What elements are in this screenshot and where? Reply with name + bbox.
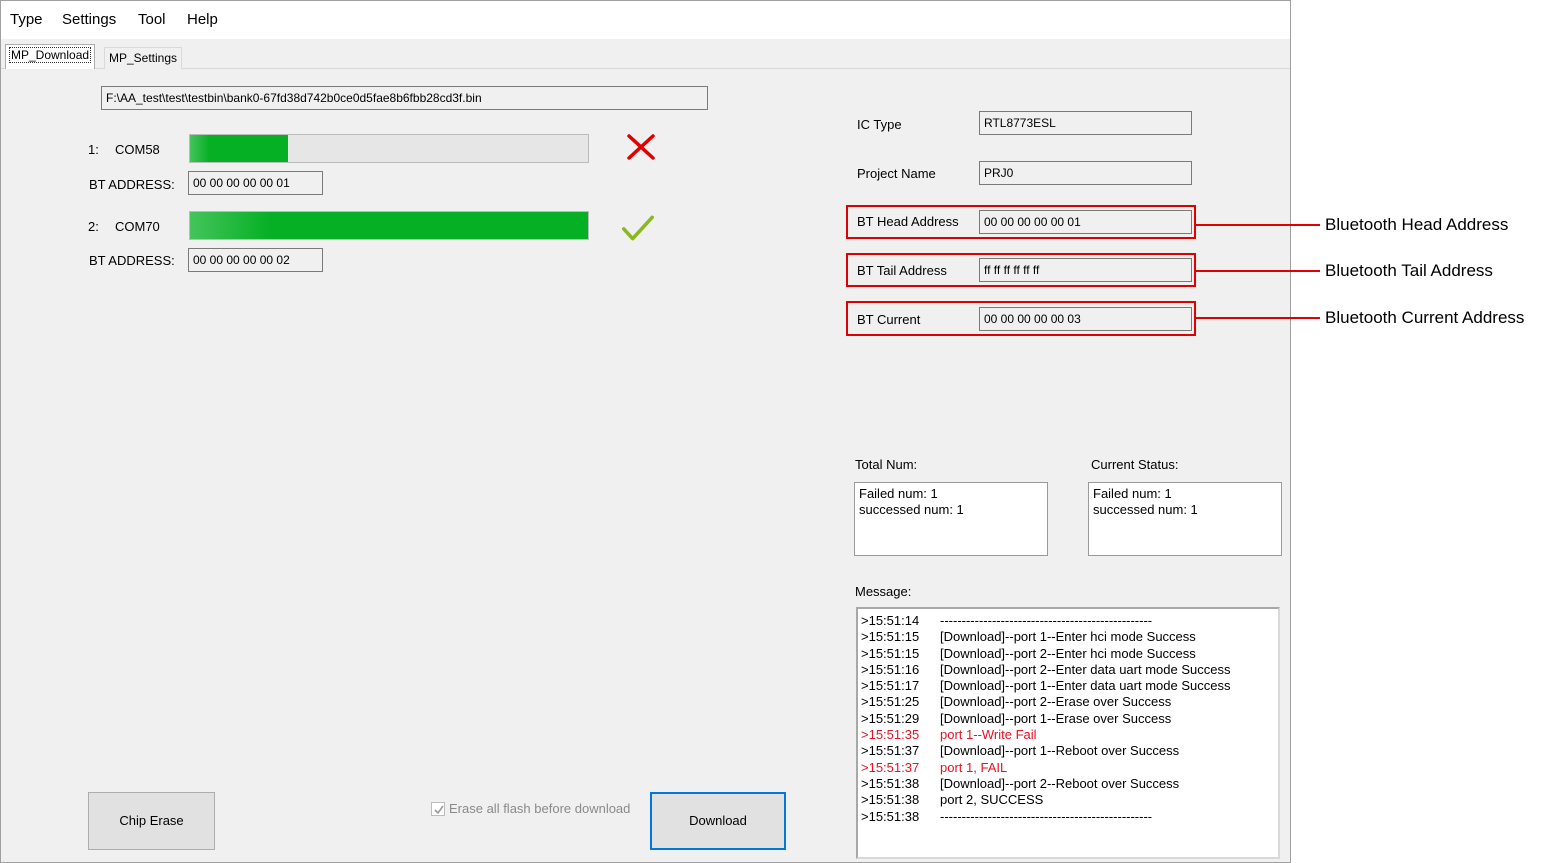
message-label: Message: [855,584,912,599]
tab-strip: MP_Download MP_Settings [1,39,1290,69]
message-line: >15:51:29 [Download]--port 1--Erase over … [861,711,1275,727]
total-num-box: Failed num: 1 successed num: 1 [854,482,1048,556]
port-1-com: COM58 [115,142,160,157]
current-status-label: Current Status: [1091,457,1179,472]
app-window: Type Settings Tool Help MP_Download MP_S… [0,0,1291,863]
message-line: >15:51:15 [Download]--port 2--Enter hci m… [861,646,1275,662]
message-line: >15:51:37 port 1, FAIL [861,760,1275,776]
erase-all-flash-checkbox[interactable] [431,801,445,816]
message-text: ----------------------------------------… [940,808,1153,824]
message-time: >15:51:15 [861,629,920,645]
total-failed-text: Failed num: 1 [859,486,938,501]
message-line: >15:51:38 -------------------------------… [861,809,1275,825]
green-check-icon [622,215,654,241]
callout-box-tail [846,253,1196,287]
checkmark-icon [434,805,444,814]
callout-box-head [846,205,1196,239]
menu-settings[interactable]: Settings [62,11,116,28]
message-line: >15:51:16 [Download]--port 2--Enter data … [861,662,1275,678]
port-1-bt-address-field[interactable]: 00 00 00 00 00 01 [188,171,323,195]
message-text: [Download]--port 1--Enter data uart mode… [940,678,1231,694]
tab-mp-download[interactable]: MP_Download [5,44,96,69]
message-time: >15:51:17 [861,678,920,694]
port-2-progress-bar [189,211,589,240]
message-time: >15:51:38 [861,775,920,791]
port-1-progress-fill [190,135,288,162]
message-line: >15:51:38 port 2, SUCCESS [861,792,1275,808]
message-time: >15:51:38 [861,792,920,808]
message-line: >15:51:17 [Download]--port 1--Enter data … [861,678,1275,694]
port-1-index: 1: [88,142,99,157]
port-2-bt-address-label: BT ADDRESS: [89,253,175,268]
menu-type[interactable]: Type [10,11,43,28]
message-line: >15:51:25 [Download]--port 2--Erase over … [861,694,1275,710]
message-time: >15:51:14 [861,613,920,628]
callout-line-head [1196,224,1320,226]
message-text: ----------------------------------------… [940,613,1153,628]
message-time: >15:51:15 [861,645,920,661]
callout-line-tail [1196,270,1320,272]
message-text: port 2, SUCCESS [940,792,1044,808]
port-1-bt-address-label: BT ADDRESS: [89,177,175,192]
menu-help[interactable]: Help [187,11,218,28]
message-line: >15:51:38 [Download]--port 2--Reboot over… [861,776,1275,792]
message-text: [Download]--port 1--Enter hci mode Succe… [940,629,1196,645]
download-button[interactable]: Download [650,792,786,850]
message-line: >15:51:15 [Download]--port 1--Enter hci m… [861,629,1275,645]
red-x-icon [627,134,655,160]
callout-text-tail: Bluetooth Tail Address [1325,261,1493,280]
message-line: >15:51:37 [Download]--port 1--Reboot over… [861,743,1275,759]
message-text: [Download]--port 2--Enter hci mode Succe… [940,645,1196,661]
ic-type-field[interactable]: RTL8773ESL [979,111,1192,135]
message-time: >15:51:16 [861,661,920,677]
message-log[interactable]: >15:51:14 -------------------------------… [856,607,1280,859]
port-2-com: COM70 [115,219,160,234]
message-time: >15:51:38 [861,808,920,824]
message-text: [Download]--port 1--Erase over Success [940,710,1172,726]
chip-erase-button[interactable]: Chip Erase [88,792,215,850]
message-line: >15:51:35 port 1--Write Fail [861,727,1275,743]
menu-bar: Type Settings Tool Help [1,1,1290,39]
message-time: >15:51:37 [861,743,920,759]
callout-line-current [1196,317,1320,319]
erase-all-flash-option[interactable]: Erase all flash before download [431,801,630,816]
erase-all-flash-label: Erase all flash before download [449,801,631,816]
message-line: >15:51:14 -------------------------------… [861,613,1275,629]
message-text: port 1, FAIL [940,759,1008,775]
menu-tool[interactable]: Tool [138,11,166,28]
port-1-progress-bar [189,134,589,163]
port-2-bt-address-field[interactable]: 00 00 00 00 00 02 [188,248,323,272]
total-num-label: Total Num: [855,457,918,472]
callout-box-current [846,301,1196,336]
message-text: port 1--Write Fail [940,727,1037,743]
message-text: [Download]--port 1--Reboot over Success [940,743,1180,759]
message-time: >15:51:35 [861,727,920,743]
port-2-progress-fill [190,212,588,239]
project-name-label: Project Name [857,166,936,181]
port-2-index: 2: [88,219,99,234]
callout-text-head: Bluetooth Head Address [1325,215,1509,234]
ic-type-label: IC Type [857,117,902,132]
message-text: [Download]--port 2--Enter data uart mode… [940,661,1231,677]
total-success-text: successed num: 1 [859,502,964,517]
tab-mp-settings[interactable]: MP_Settings [104,47,183,69]
current-success-text: successed num: 1 [1093,502,1198,517]
message-time: >15:51:37 [861,759,920,775]
tab-mp-download-label: MP_Download [8,47,92,63]
message-text: [Download]--port 2--Erase over Success [940,694,1172,710]
message-text: [Download]--port 2--Reboot over Success [940,775,1180,791]
tab-mp-settings-label: MP_Settings [109,51,178,65]
file-path-field[interactable]: F:\AA_test\test\testbin\bank0-67fd38d742… [101,86,708,110]
current-failed-text: Failed num: 1 [1093,486,1172,501]
current-status-box: Failed num: 1 successed num: 1 [1088,482,1282,556]
message-time: >15:51:25 [861,694,920,710]
project-name-field[interactable]: PRJ0 [979,161,1192,185]
callout-text-current: Bluetooth Current Address [1325,308,1525,327]
message-time: >15:51:29 [861,710,920,726]
